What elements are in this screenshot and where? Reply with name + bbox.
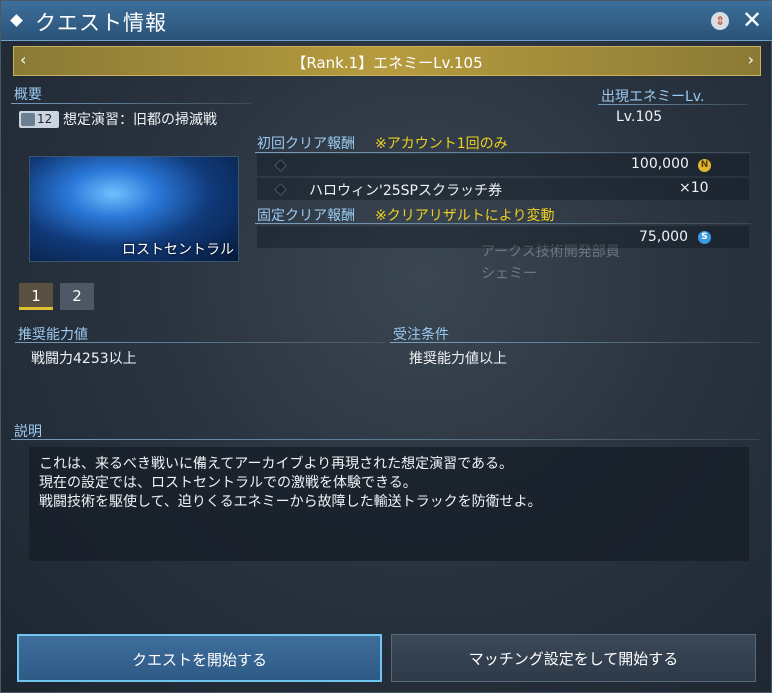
rank-selector: ‹ 【Rank.1】エネミーLv.105 ›: [13, 46, 761, 76]
recommended-label: 推奨能力値: [18, 327, 88, 343]
quest-name: 想定演習：旧都の掃滅戦: [63, 112, 217, 128]
fixed-clear-note: ※クリアリザルトにより変動: [375, 208, 555, 224]
description-line: 現在の設定では、ロストセントラルでの激戦を体験できる。: [39, 475, 417, 491]
quest-info-window: アークス技術開発部員 シェミー クエスト情報 ⇕ ✕ ‹ 【Rank.1】エネミ…: [0, 0, 772, 693]
area-thumbnail: ロストセントラル: [29, 156, 239, 262]
page-tab-1[interactable]: 1: [19, 283, 53, 310]
start-quest-button[interactable]: クエストを開始する: [17, 634, 382, 682]
chevron-right-icon[interactable]: ›: [748, 50, 754, 69]
area-name: ロストセントラル: [122, 242, 234, 258]
reward-value: 100,000: [631, 156, 689, 172]
close-icon[interactable]: ✕: [741, 6, 763, 34]
description-box: これは、来るべき戦いに備えてアーカイブより再現された想定演習である。 現在の設定…: [29, 447, 749, 561]
conditions-label: 受注条件: [393, 327, 449, 343]
help-icon[interactable]: ⇕: [711, 12, 729, 30]
conditions-value: 推奨能力値以上: [409, 351, 507, 367]
first-clear-divider: [255, 152, 751, 153]
page-tab-2[interactable]: 2: [60, 283, 94, 310]
enemy-level-value: Lv.105: [616, 109, 663, 125]
description-line: 戦闘技術を駆使して、迫りくるエネミーから故障した輸送トラックを防衛せよ。: [39, 494, 542, 510]
s-meseta-icon: S: [698, 231, 711, 244]
enemy-level-label: 出現エネミーLv.: [601, 89, 705, 105]
matching-start-button[interactable]: マッチング設定をして開始する: [391, 634, 756, 682]
diamond-icon: [10, 14, 23, 27]
first-clear-label: 初回クリア報酬: [257, 136, 355, 152]
fixed-clear-divider: [255, 223, 751, 224]
title-bar: クエスト情報 ⇕ ✕: [1, 1, 772, 41]
recommended-value: 戦闘力4253以上: [31, 351, 137, 367]
overview-divider: [11, 103, 251, 104]
description-label: 説明: [14, 424, 42, 440]
party-size-badge: 12: [19, 111, 59, 128]
window-title: クエスト情報: [35, 11, 167, 35]
overview-label: 概要: [14, 87, 42, 103]
first-clear-note: ※アカウント1回のみ: [375, 136, 508, 152]
enemy-level-divider: [598, 104, 748, 105]
n-meseta-icon: N: [698, 159, 711, 172]
description-divider: [11, 439, 759, 440]
rank-label: 【Rank.1】エネミーLv.105: [291, 54, 483, 72]
recommended-divider: [15, 342, 385, 343]
background-npc-name: シェミー: [481, 266, 537, 282]
party-count: 12: [37, 112, 53, 126]
reward-name: ハロウィン'25SPスクラッチ券: [309, 183, 502, 199]
party-icon: [21, 113, 35, 126]
reward-value: ×10: [679, 180, 709, 196]
reward-value: 75,000: [639, 229, 688, 245]
description-line: これは、来るべき戦いに備えてアーカイブより再現された想定演習である。: [39, 456, 514, 472]
fixed-clear-label: 固定クリア報酬: [257, 208, 355, 224]
conditions-divider: [390, 342, 760, 343]
